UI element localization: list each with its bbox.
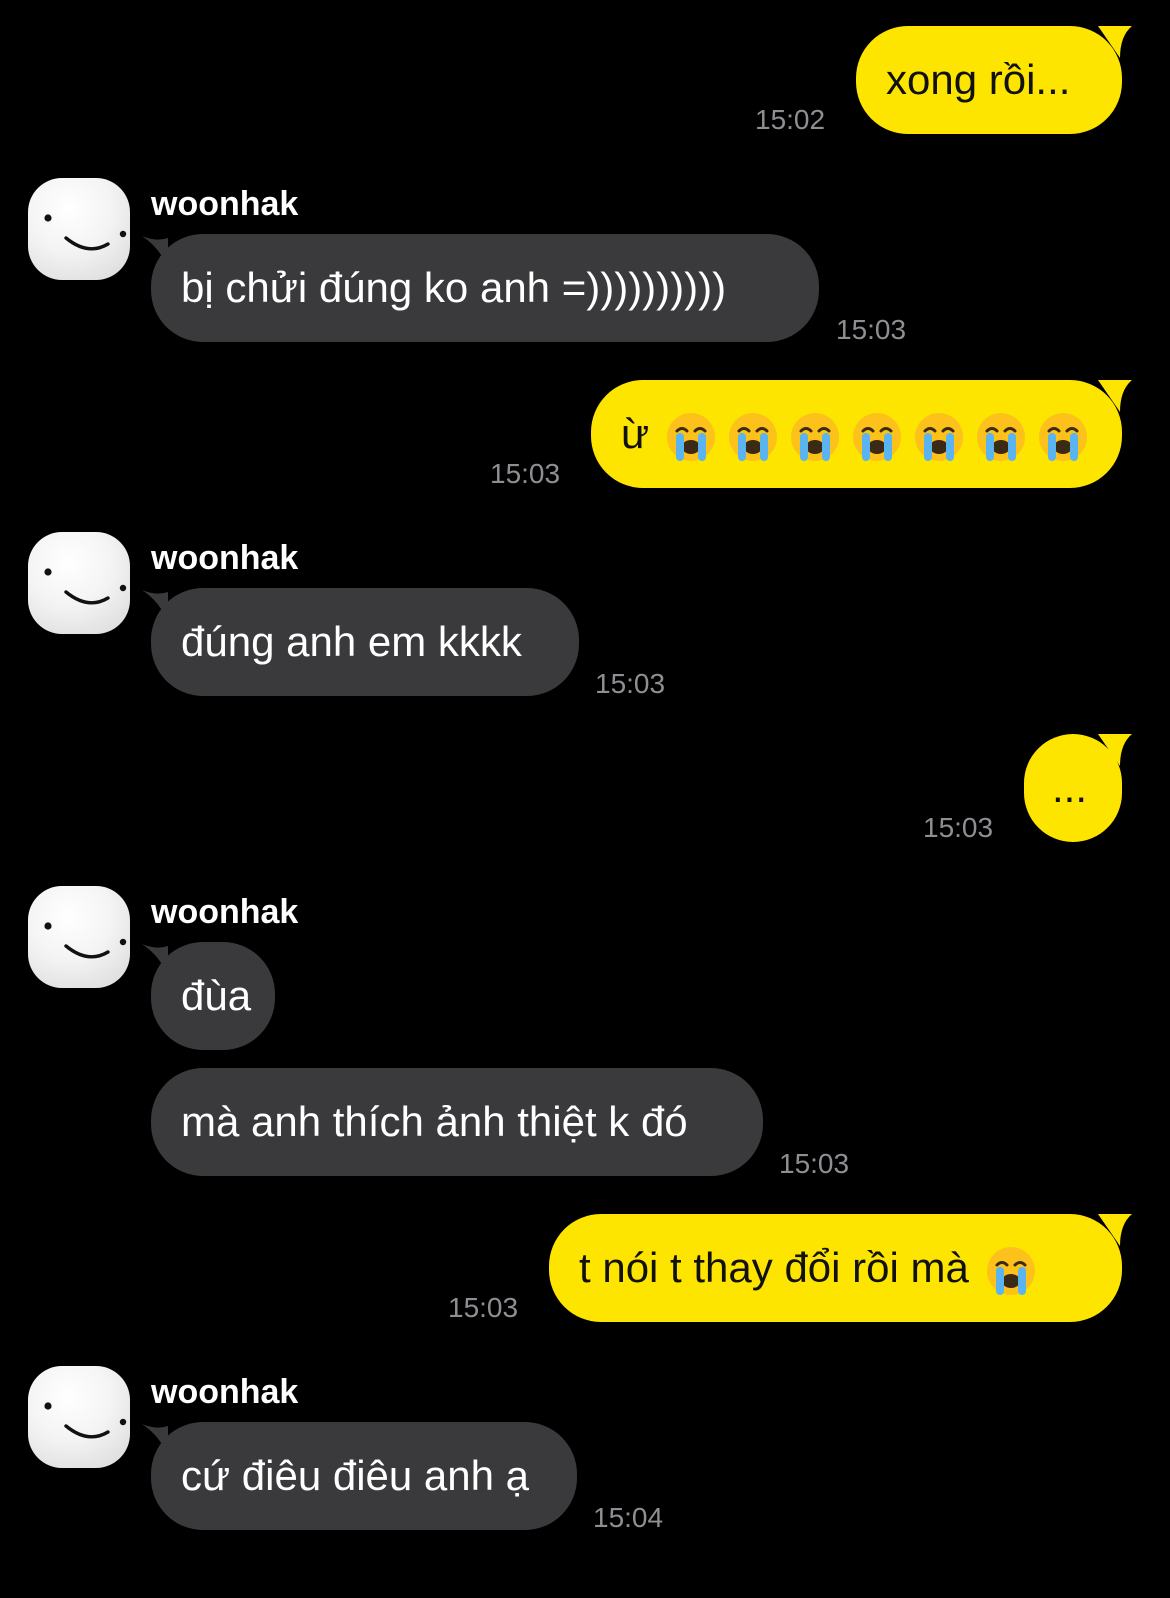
incoming-message-bubble[interactable]: cứ điêu điêu anh ạ	[151, 1422, 577, 1530]
outgoing-message-bubble[interactable]: t nói t thay đổi rồi mà	[549, 1214, 1122, 1322]
contact-avatar[interactable]	[28, 532, 130, 634]
message-timestamp: 15:03	[836, 314, 907, 345]
message-text: ừ	[621, 410, 650, 457]
message-timestamp: 15:03	[490, 458, 561, 489]
white-blob-face-avatar-icon	[44, 568, 127, 605]
message-timestamp: 15:03	[779, 1148, 850, 1179]
contact-avatar[interactable]	[28, 886, 130, 988]
loudly-crying-face-icon	[985, 1245, 1037, 1297]
loudly-crying-face-icon	[727, 411, 779, 463]
outgoing-bubble-tail	[1098, 380, 1132, 412]
white-blob-face-avatar-icon	[44, 922, 127, 959]
white-blob-face-avatar-icon	[44, 1402, 127, 1439]
sender-name: woonhak	[151, 185, 299, 223]
message-text: bị chửi đúng ko anh =))))))))))	[181, 264, 727, 311]
sender-name: woonhak	[151, 893, 299, 931]
outgoing-message-bubble[interactable]: ừ	[591, 380, 1122, 488]
outgoing-bubble-tail	[1098, 1214, 1132, 1246]
message-text: t nói t thay đổi rồi mà	[579, 1244, 969, 1291]
message-text: đúng anh em kkkk	[181, 618, 522, 665]
message-text: xong rồi...	[886, 56, 1071, 103]
loudly-crying-face-icon	[913, 411, 965, 463]
loudly-crying-face-icon	[1037, 411, 1089, 463]
message-text: mà anh thích ảnh thiệt k đó	[181, 1098, 688, 1145]
message-text: đùa	[181, 972, 252, 1019]
message-timestamp: 15:03	[448, 1292, 519, 1323]
incoming-message-bubble[interactable]: đúng anh em kkkk	[151, 588, 579, 696]
contact-avatar[interactable]	[28, 1366, 130, 1468]
sender-name: woonhak	[151, 1373, 299, 1411]
incoming-message-bubble[interactable]: bị chửi đúng ko anh =))))))))))	[151, 234, 819, 342]
outgoing-bubble-tail	[1098, 734, 1132, 766]
message-timestamp: 15:02	[755, 104, 826, 135]
loudly-crying-face-icon	[789, 411, 841, 463]
loudly-crying-face-icon	[851, 411, 903, 463]
white-blob-face-avatar-icon	[44, 214, 127, 251]
outgoing-bubble-tail	[1098, 26, 1132, 58]
sender-name: woonhak	[151, 539, 299, 577]
contact-avatar[interactable]	[28, 178, 130, 280]
incoming-message-bubble[interactable]: mà anh thích ảnh thiệt k đó	[151, 1068, 763, 1176]
loudly-crying-face-icon	[975, 411, 1027, 463]
message-text: cứ điêu điêu anh ạ	[181, 1452, 530, 1499]
incoming-message-bubble[interactable]: đùa	[151, 942, 275, 1050]
message-text: ...	[1052, 764, 1088, 811]
message-timestamp: 15:04	[593, 1502, 664, 1533]
loudly-crying-face-icon	[665, 411, 717, 463]
outgoing-message-bubble[interactable]: xong rồi...	[856, 26, 1122, 134]
message-timestamp: 15:03	[595, 668, 666, 699]
message-timestamp: 15:03	[923, 812, 994, 843]
